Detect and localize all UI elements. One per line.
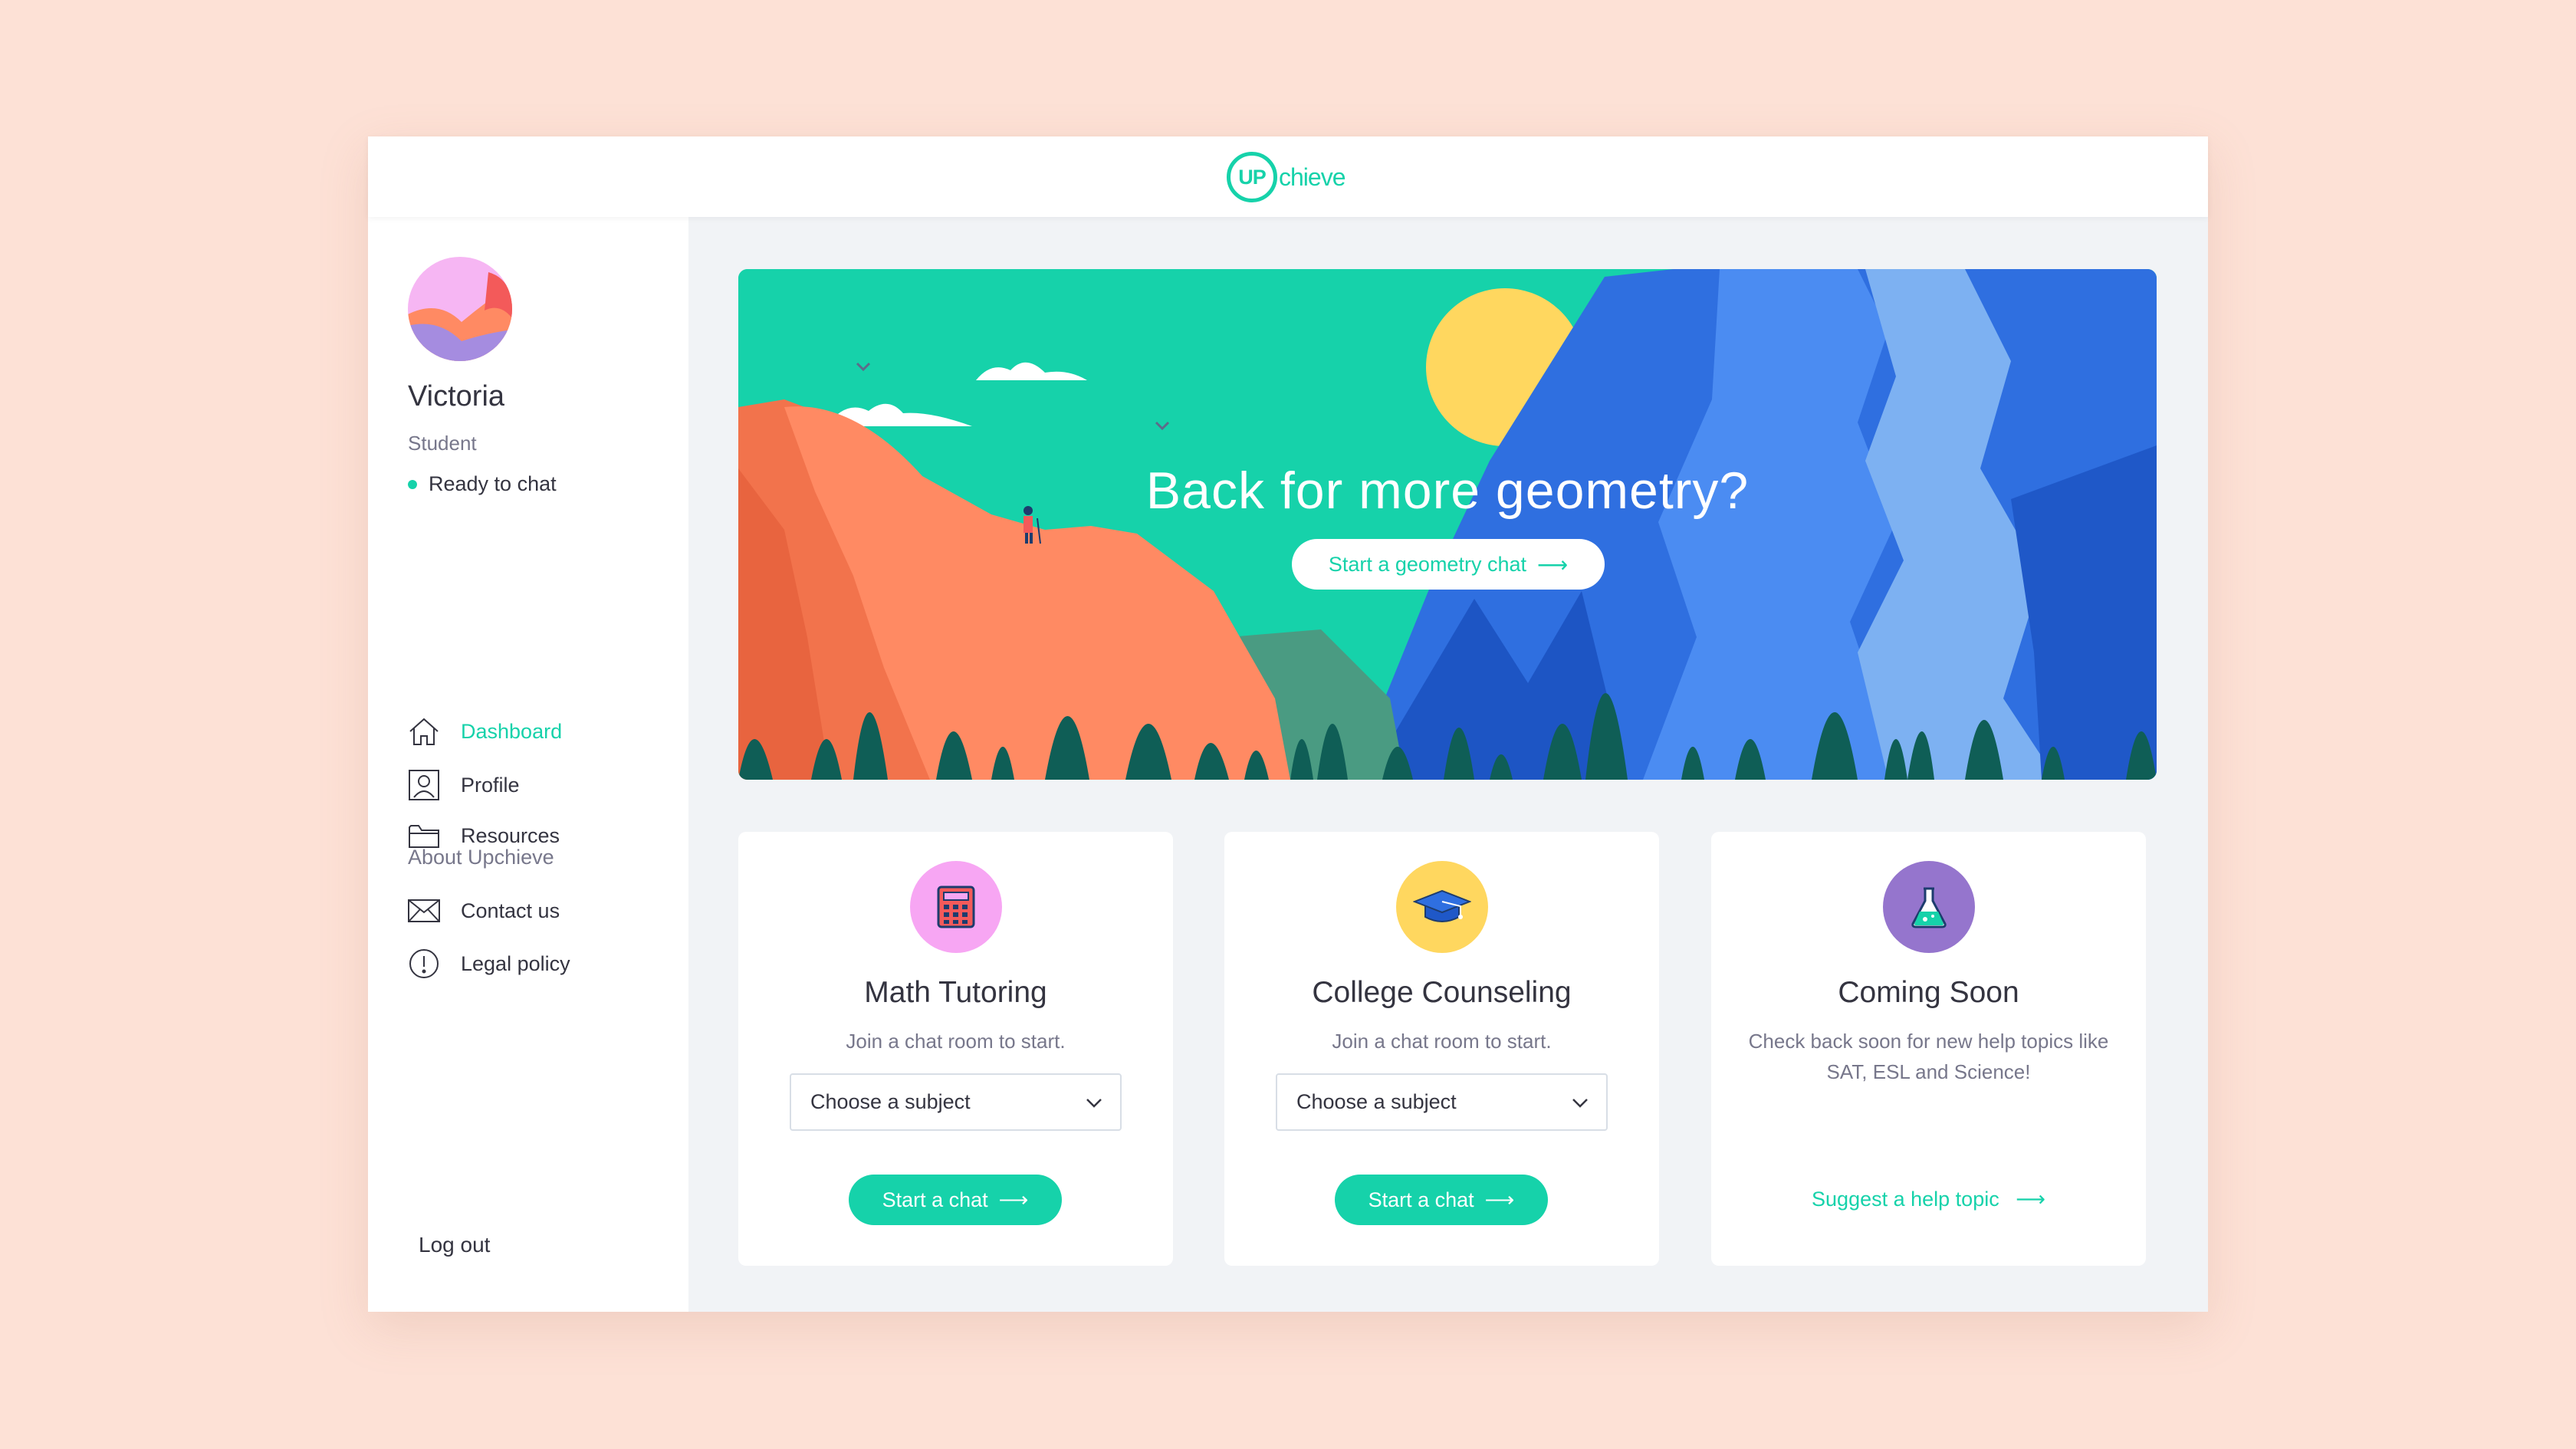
- start-geometry-chat-button[interactable]: Start a geometry chat ⟶: [1292, 539, 1605, 590]
- about-section-label: About Upchieve: [408, 846, 554, 869]
- sidebar-item-profile[interactable]: Profile: [408, 769, 520, 801]
- arrow-right-icon: ⟶: [1484, 1188, 1515, 1211]
- card-title: Math Tutoring: [864, 976, 1047, 1009]
- sidebar-item-label: Profile: [461, 773, 520, 797]
- college-counseling-card: College Counseling Join a chat room to s…: [1224, 832, 1659, 1266]
- logout-link[interactable]: Log out: [419, 1233, 490, 1257]
- top-bar: UP chieve: [368, 136, 2208, 217]
- start-chat-button[interactable]: Start a chat ⟶: [849, 1175, 1062, 1225]
- arrow-right-icon: ⟶: [1536, 552, 1569, 577]
- card-title: Coming Soon: [1838, 976, 2019, 1009]
- sidebar-item-label: Dashboard: [461, 719, 563, 743]
- sidebar-item-contact[interactable]: Contact us: [408, 895, 560, 927]
- sidebar-item-label: Resources: [461, 823, 560, 847]
- sidebar: Victoria Student Ready to chat Dashboard…: [368, 217, 688, 1312]
- hero-banner: Back for more geometry? Start a geometry…: [738, 269, 2157, 780]
- sidebar-item-label: Contact us: [461, 899, 560, 922]
- profile-icon: [408, 769, 440, 801]
- home-icon: [408, 715, 440, 748]
- user-name: Victoria: [408, 380, 505, 412]
- arrow-right-icon: ⟶: [2016, 1188, 2045, 1211]
- upchieve-logo[interactable]: UP chieve: [1227, 150, 1346, 204]
- link-label: Suggest a help topic: [1812, 1188, 1999, 1211]
- status-indicator: Ready to chat: [408, 472, 557, 496]
- calculator-icon: [910, 861, 1002, 953]
- button-label: Start a chat: [882, 1188, 988, 1211]
- card-title: College Counseling: [1312, 976, 1572, 1009]
- sidebar-item-dashboard[interactable]: Dashboard: [408, 715, 562, 748]
- subject-select[interactable]: Choose a subject: [1276, 1073, 1608, 1131]
- card-subtitle: Join a chat room to start.: [846, 1030, 1066, 1053]
- avatar: [408, 257, 512, 361]
- flask-icon: [1883, 861, 1975, 953]
- app-window: UP chieve Victoria Student Ready to chat: [368, 136, 2208, 1312]
- card-subtitle: Join a chat room to start.: [1332, 1030, 1552, 1053]
- chevron-down-icon: [1572, 1099, 1588, 1108]
- suggest-topic-link[interactable]: Suggest a help topic ⟶: [1711, 1188, 2146, 1211]
- arrow-right-icon: ⟶: [998, 1188, 1029, 1211]
- button-label: Start a chat: [1368, 1188, 1474, 1211]
- select-value: Choose a subject: [810, 1090, 971, 1113]
- user-role: Student: [408, 432, 477, 455]
- hero-title: Back for more geometry?: [1145, 462, 1750, 520]
- logo-mark: UP: [1227, 152, 1277, 202]
- chevron-down-icon: [1086, 1099, 1102, 1108]
- hero-illustration: [738, 269, 2157, 780]
- sidebar-item-legal[interactable]: Legal policy: [408, 948, 570, 980]
- mail-icon: [408, 895, 440, 927]
- logo-text: chieve: [1279, 163, 1346, 191]
- status-text: Ready to chat: [429, 472, 557, 495]
- subject-select[interactable]: Choose a subject: [790, 1073, 1122, 1131]
- button-label: Start a geometry chat: [1328, 552, 1526, 576]
- coming-soon-card: Coming Soon Check back soon for new help…: [1711, 832, 2146, 1266]
- sidebar-item-label: Legal policy: [461, 951, 570, 975]
- graduation-cap-icon: [1396, 861, 1488, 953]
- select-value: Choose a subject: [1296, 1090, 1457, 1113]
- math-tutoring-card: Math Tutoring Join a chat room to start.…: [738, 832, 1173, 1266]
- start-chat-button[interactable]: Start a chat ⟶: [1335, 1175, 1548, 1225]
- status-dot: [408, 479, 417, 489]
- info-icon: [408, 948, 440, 980]
- card-subtitle: Check back soon for new help topics like…: [1748, 1030, 2109, 1083]
